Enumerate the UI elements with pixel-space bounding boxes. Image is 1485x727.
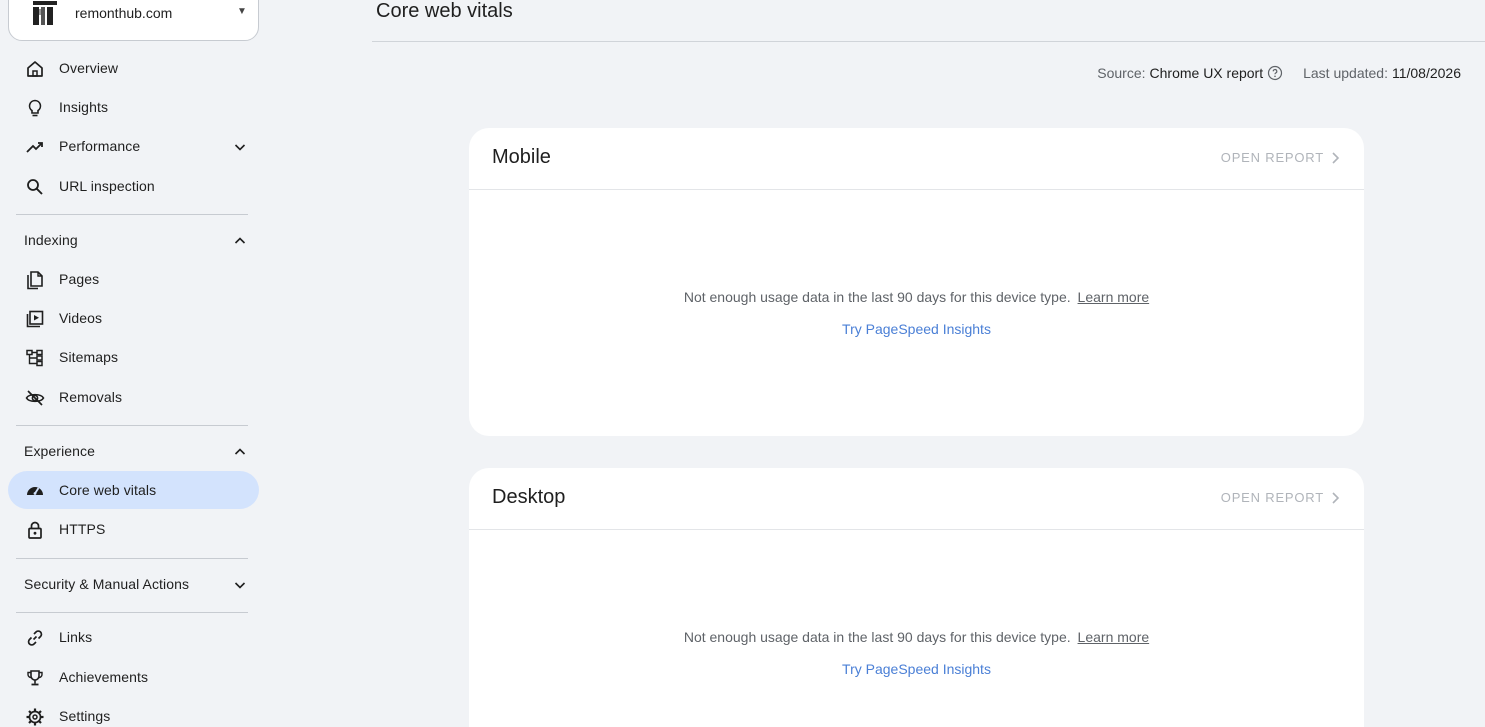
learn-more-link[interactable]: Learn more xyxy=(1078,629,1150,645)
nav-label: URL inspection xyxy=(59,178,155,194)
card-divider xyxy=(469,189,1364,190)
chevron-right-icon xyxy=(1332,151,1340,164)
nav-label: Sitemaps xyxy=(59,349,119,365)
nav-item-videos[interactable]: Videos xyxy=(8,299,259,337)
pages-icon xyxy=(27,271,43,290)
chevron-up-icon[interactable] xyxy=(232,444,248,460)
property-selector[interactable]: remonthub.com ▼ xyxy=(8,0,259,41)
home-icon xyxy=(27,61,43,77)
no-data-text: Not enough usage data in the last 90 day… xyxy=(683,289,1071,305)
nav-label: Core web vitals xyxy=(59,482,157,498)
nav-label: Pages xyxy=(59,271,100,287)
nav-item-performance[interactable]: Performance xyxy=(8,127,259,165)
sidebar-divider xyxy=(16,612,248,613)
pagespeed-insights-link[interactable]: Try PageSpeed Insights xyxy=(469,661,1364,677)
dropdown-caret-icon: ▼ xyxy=(237,6,247,17)
chevron-up-icon[interactable] xyxy=(232,233,248,249)
sidebar-divider xyxy=(16,214,248,215)
open-report-button[interactable]: OPEN REPORT xyxy=(1221,490,1340,505)
nav-item-achievements[interactable]: Achievements xyxy=(8,658,259,696)
chevron-down-icon[interactable] xyxy=(232,139,248,155)
section-header-experience[interactable]: Experience xyxy=(8,432,259,470)
chevron-down-icon[interactable] xyxy=(232,577,248,593)
sitemap-icon xyxy=(26,349,43,367)
nav-label: Achievements xyxy=(59,669,149,685)
nav-item-https[interactable]: HTTPS xyxy=(8,510,259,548)
last-updated-value: 11/08/2026 xyxy=(1391,65,1461,81)
search-icon xyxy=(27,179,43,195)
nav-item-sitemaps[interactable]: Sitemaps xyxy=(8,338,259,376)
property-name: remonthub.com xyxy=(75,5,173,21)
nav-item-removals[interactable]: Removals xyxy=(8,378,259,416)
section-label: Indexing xyxy=(24,232,78,248)
sidebar-divider xyxy=(16,425,248,426)
section-header-security[interactable]: Security & Manual Actions xyxy=(8,565,259,603)
source-label: Source: xyxy=(1097,65,1146,81)
source-value: Chrome UX report xyxy=(1149,65,1264,81)
nav-item-settings[interactable]: Settings xyxy=(8,697,259,727)
gear-icon xyxy=(26,708,44,726)
desktop-card: Desktop OPEN REPORT Not enough usage dat… xyxy=(469,468,1364,727)
card-divider xyxy=(469,529,1364,530)
lightbulb-icon xyxy=(28,99,42,117)
nav-item-core-web-vitals[interactable]: Core web vitals xyxy=(8,471,259,509)
sidebar-divider xyxy=(16,558,248,559)
nav-label: HTTPS xyxy=(59,521,106,537)
source-info: Source: Chrome UX report Last updated: 1… xyxy=(1097,65,1461,81)
nav-item-insights[interactable]: Insights xyxy=(8,88,259,126)
card-title: Mobile xyxy=(492,146,551,168)
nav-label: Links xyxy=(59,629,93,645)
card-title: Desktop xyxy=(492,486,566,508)
pagespeed-insights-link[interactable]: Try PageSpeed Insights xyxy=(469,321,1364,337)
header-divider xyxy=(372,41,1485,42)
help-icon[interactable] xyxy=(1267,65,1283,81)
open-report-label: OPEN REPORT xyxy=(1220,150,1324,165)
section-label: Experience xyxy=(24,443,96,459)
page-title: Core web vitals xyxy=(376,0,513,22)
speedometer-icon xyxy=(27,487,43,495)
open-report-button[interactable]: OPEN REPORT xyxy=(1221,150,1340,165)
nav-label: Settings xyxy=(59,708,111,724)
nav-item-url-inspection[interactable]: URL inspection xyxy=(8,167,259,205)
open-report-label: OPEN REPORT xyxy=(1220,490,1324,505)
section-label: Security & Manual Actions xyxy=(24,576,190,592)
nav-label: Overview xyxy=(59,60,119,76)
nav-label: Videos xyxy=(59,310,103,326)
no-data-message: Not enough usage data in the last 90 day… xyxy=(469,629,1364,645)
nav-label: Performance xyxy=(59,138,141,154)
nav-item-overview[interactable]: Overview xyxy=(8,49,259,87)
chevron-right-icon xyxy=(1332,491,1340,504)
no-data-message: Not enough usage data in the last 90 day… xyxy=(469,289,1364,305)
lock-icon xyxy=(28,521,42,539)
trophy-icon xyxy=(27,670,43,686)
mobile-card: Mobile OPEN REPORT Not enough usage data… xyxy=(469,128,1364,436)
link-icon xyxy=(27,630,43,646)
nav-item-links[interactable]: Links xyxy=(8,618,259,656)
section-header-indexing[interactable]: Indexing xyxy=(8,221,259,259)
nav-label: Removals xyxy=(59,389,123,405)
site-favicon-icon xyxy=(33,1,57,25)
last-updated-label: Last updated: xyxy=(1303,65,1388,81)
nav-item-pages[interactable]: Pages xyxy=(8,260,259,298)
no-data-text: Not enough usage data in the last 90 day… xyxy=(683,629,1071,645)
nav-label: Insights xyxy=(59,99,109,115)
learn-more-link[interactable]: Learn more xyxy=(1078,289,1150,305)
video-library-icon xyxy=(26,310,44,328)
trending-up-icon xyxy=(26,142,43,153)
visibility-off-icon xyxy=(25,390,45,406)
sidebar: remonthub.com ▼ Overview Insights Perfor… xyxy=(0,0,268,727)
